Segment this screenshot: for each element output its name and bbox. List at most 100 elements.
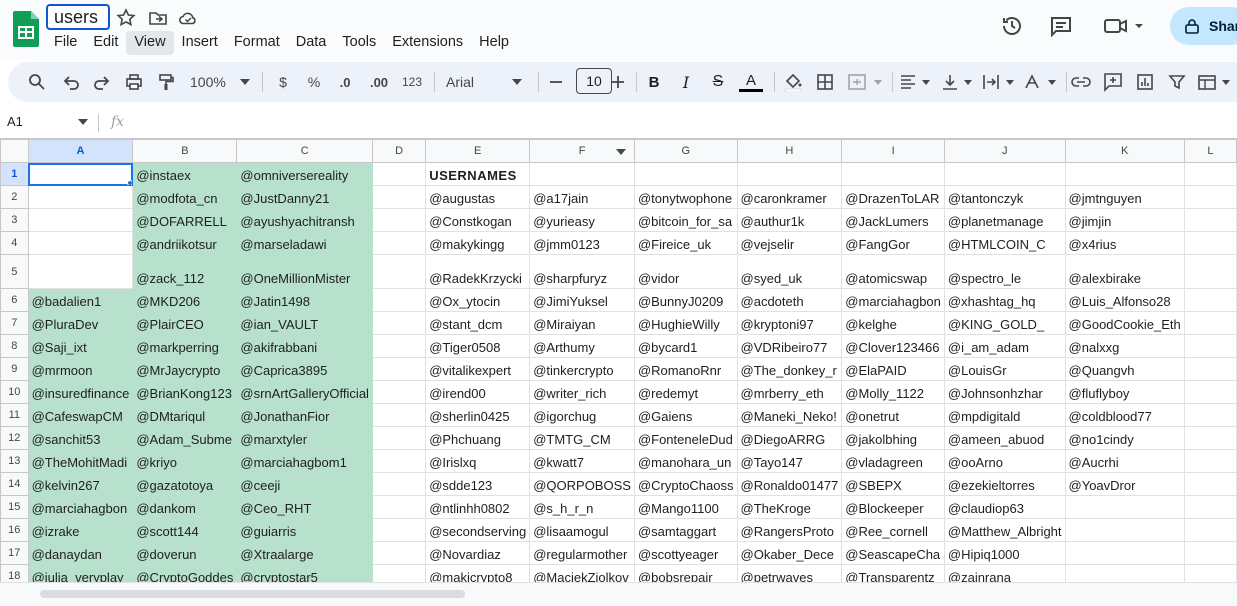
cell-j15[interactable]: @claudiop63 <box>943 495 1066 519</box>
cell-b10[interactable]: @BrianKong123 <box>132 380 238 404</box>
font-size-input[interactable]: 10 <box>576 68 612 94</box>
cell-l5[interactable] <box>1183 254 1237 289</box>
cell-f15[interactable]: @s_h_r_n <box>529 495 635 519</box>
menu-extensions[interactable]: Extensions <box>384 31 471 55</box>
cell-b13[interactable]: @kriyo <box>132 449 238 473</box>
cell-k3[interactable]: @jimjin <box>1064 208 1185 232</box>
format-percent-button[interactable]: % <box>305 70 323 94</box>
cell-h4[interactable]: @vejselir <box>736 231 843 255</box>
sheets-logo-icon[interactable] <box>13 11 39 47</box>
cell-e2[interactable]: @augustas <box>425 185 531 209</box>
column-header-k[interactable]: K <box>1064 139 1185 163</box>
cell-k14[interactable]: @YoavDror <box>1064 472 1185 496</box>
column-header-h[interactable]: H <box>736 139 843 163</box>
cell-k6[interactable]: @Luis_Alfonso28 <box>1064 288 1185 312</box>
cell-j10[interactable]: @Johnsonhzhar <box>943 380 1066 404</box>
cell-k9[interactable]: @Quangvh <box>1064 357 1185 381</box>
cell-a16[interactable]: @izrake <box>27 518 134 542</box>
cell-f11[interactable]: @igorchug <box>529 403 635 427</box>
cell-e10[interactable]: @irend00 <box>425 380 531 404</box>
cell-i16[interactable]: @Ree_cornell <box>841 518 945 542</box>
comments-icon[interactable] <box>1049 14 1073 38</box>
cell-k7[interactable]: @GoodCookie_Eth <box>1064 311 1185 335</box>
cell-k10[interactable]: @fluflyboy <box>1064 380 1185 404</box>
increase-font-size-icon[interactable] <box>608 70 628 94</box>
cell-c5[interactable]: @OneMillionMister <box>236 254 373 289</box>
cell-b1[interactable]: @instaex <box>132 162 238 186</box>
insert-comment-icon[interactable] <box>1102 70 1124 94</box>
cell-i8[interactable]: @Clover123466 <box>841 334 945 358</box>
cell-e15[interactable]: @ntlinhh0802 <box>425 495 531 519</box>
cell-k16[interactable] <box>1064 518 1185 542</box>
row-header[interactable]: 17 <box>0 541 29 565</box>
text-rotation-icon[interactable] <box>1022 70 1058 94</box>
cell-k8[interactable]: @nalxxg <box>1064 334 1185 358</box>
cell-a4[interactable] <box>27 231 134 255</box>
horizontal-scrollbar[interactable] <box>0 582 1237 606</box>
cell-h16[interactable]: @RangersProto <box>736 518 843 542</box>
cell-j7[interactable]: @KING_GOLD_ <box>943 311 1066 335</box>
cell-l2[interactable] <box>1183 185 1237 209</box>
cell-j2[interactable]: @tantonczyk <box>943 185 1066 209</box>
filter-views-icon[interactable] <box>1196 70 1232 94</box>
cell-l3[interactable] <box>1183 208 1237 232</box>
cell-c11[interactable]: @JonathanFior <box>236 403 373 427</box>
cell-f17[interactable]: @regularmother <box>529 541 635 565</box>
cell-h9[interactable]: @The_donkey_r <box>736 357 843 381</box>
cell-i4[interactable]: @FangGor <box>841 231 945 255</box>
cell-d3[interactable] <box>371 208 427 232</box>
cell-d2[interactable] <box>371 185 427 209</box>
format-currency-button[interactable]: $ <box>274 70 292 94</box>
cell-j16[interactable]: @Matthew_Albright <box>943 518 1066 542</box>
cell-f12[interactable]: @TMTG_CM <box>529 426 635 450</box>
cell-l1[interactable] <box>1183 162 1237 186</box>
meet-video-icon[interactable] <box>1104 14 1144 38</box>
cell-d14[interactable] <box>371 472 427 496</box>
cell-b16[interactable]: @scott144 <box>132 518 238 542</box>
cell-j14[interactable]: @ezekieltorres <box>943 472 1066 496</box>
cell-e12[interactable]: @Phchuang <box>425 426 531 450</box>
menu-data[interactable]: Data <box>288 31 335 55</box>
column-header-l[interactable]: L <box>1183 139 1237 163</box>
row-header[interactable]: 10 <box>0 380 29 404</box>
cell-h6[interactable]: @acdoteth <box>736 288 843 312</box>
row-header[interactable]: 12 <box>0 426 29 450</box>
cell-e6[interactable]: @Ox_ytocin <box>425 288 531 312</box>
cell-l7[interactable] <box>1183 311 1237 335</box>
row-header[interactable]: 3 <box>0 208 29 232</box>
text-color-button[interactable]: A <box>738 70 764 94</box>
cell-f13[interactable]: @kwatt7 <box>529 449 635 473</box>
cell-c14[interactable]: @ceeji <box>236 472 373 496</box>
cell-g12[interactable]: @FonteneleDud <box>633 426 738 450</box>
cell-a15[interactable]: @marciahagbon <box>27 495 134 519</box>
cell-c17[interactable]: @Xtraalarge <box>236 541 373 565</box>
cell-f3[interactable]: @yurieasy <box>529 208 635 232</box>
cell-a12[interactable]: @sanchit53 <box>27 426 134 450</box>
cell-i1[interactable] <box>841 162 945 186</box>
cell-b7[interactable]: @PlairCEO <box>132 311 238 335</box>
cell-l17[interactable] <box>1183 541 1237 565</box>
cell-g1[interactable] <box>633 162 738 186</box>
row-header[interactable]: 4 <box>0 231 29 255</box>
row-header[interactable]: 14 <box>0 472 29 496</box>
cell-b2[interactable]: @modfota_cn <box>132 185 238 209</box>
cell-i11[interactable]: @onetrut <box>841 403 945 427</box>
column-header-b[interactable]: B <box>132 139 238 163</box>
more-formats-button[interactable]: 123 <box>400 70 424 94</box>
cell-f5[interactable]: @sharpfuryz <box>529 254 635 289</box>
cell-a3[interactable] <box>27 208 134 232</box>
cell-h10[interactable]: @mrberry_eth <box>736 380 843 404</box>
cell-e4[interactable]: @makykingg <box>425 231 531 255</box>
column-header-d[interactable]: D <box>371 139 427 163</box>
cell-e7[interactable]: @stant_dcm <box>425 311 531 335</box>
cell-d9[interactable] <box>371 357 427 381</box>
column-header-c[interactable]: C <box>236 139 373 163</box>
cell-l9[interactable] <box>1183 357 1237 381</box>
cell-e3[interactable]: @Constkogan <box>425 208 531 232</box>
cell-k12[interactable]: @no1cindy <box>1064 426 1185 450</box>
cell-c16[interactable]: @guiarris <box>236 518 373 542</box>
vertical-align-icon[interactable] <box>940 70 974 94</box>
cell-k13[interactable]: @Aucrhi <box>1064 449 1185 473</box>
cell-f14[interactable]: @QORPOBOSS <box>529 472 635 496</box>
cell-l15[interactable] <box>1183 495 1237 519</box>
